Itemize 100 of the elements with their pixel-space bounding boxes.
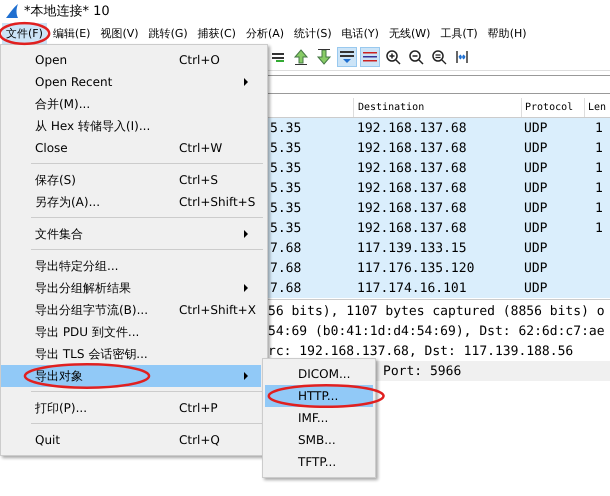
scroll-down-icon: [339, 49, 355, 65]
table-cell: UDP: [524, 260, 548, 276]
packet-row[interactable]: 5.35 192.168.137.68 UDP 1: [268, 218, 610, 238]
menu-item[interactable]: DICOM...: [265, 363, 373, 385]
packet-row[interactable]: 5.35 192.168.137.68 UDP 1: [268, 198, 610, 218]
table-cell: UDP: [524, 280, 548, 296]
shortcut-text: Ctrl+S: [179, 173, 218, 187]
table-cell: 5.35: [270, 140, 302, 156]
menu-item[interactable]: 视图(V): [96, 22, 143, 44]
table-cell: 192.168.137.68: [357, 140, 467, 156]
menu-item-label: 导出 TLS 会话密钥...: [35, 346, 148, 360]
table-cell: 1: [595, 160, 603, 176]
menu-item[interactable]: 导出分组解析结果: [1, 277, 261, 299]
detail-text: Port: 5966: [383, 364, 462, 378]
menu-item[interactable]: 帮助(H): [484, 22, 531, 44]
table-cell: 192.168.137.68: [357, 220, 467, 236]
down-arrow-icon[interactable]: [316, 49, 332, 65]
menu-item-label: Open: [35, 53, 68, 67]
shortcut-text: Ctrl+W: [179, 141, 222, 155]
menu-item[interactable]: Close Ctrl+W: [1, 137, 261, 159]
packet-row[interactable]: 7.68 117.176.135.120 UDP: [268, 258, 610, 278]
menu-item[interactable]: Quit Ctrl+Q: [1, 429, 261, 451]
menu-item-label: 导出特定分组...: [35, 258, 118, 272]
fin-icon: [4, 3, 20, 19]
zoom-in-icon[interactable]: [385, 49, 401, 65]
table-cell: 1: [595, 120, 603, 136]
column-header[interactable]: Destination: [358, 102, 424, 113]
menu-item-label: Quit: [35, 433, 60, 447]
table-cell: UDP: [524, 240, 548, 256]
menu-item[interactable]: TFTP...: [265, 451, 373, 473]
menu-item[interactable]: 另存为(A)... Ctrl+Shift+S: [1, 191, 261, 213]
column-header[interactable]: Protocol: [525, 102, 574, 113]
menu-item-label: 合并(M)...: [35, 96, 90, 110]
menu-item[interactable]: 导出对象: [1, 365, 261, 387]
menu-item-label: 从 Hex 转储导入(I)...: [35, 118, 150, 132]
up-arrow-icon[interactable]: [293, 49, 309, 65]
detail-text[interactable]: 54:69 (b0:41:1d:d4:54:69), Dst: 62:6d:c7:ae: [268, 324, 605, 338]
window-title: *本地连接* 10: [24, 3, 110, 20]
menu-item[interactable]: 文件集合: [1, 223, 261, 245]
menu-item[interactable]: 导出特定分组...: [1, 255, 261, 277]
menu-item-label: 另存为(A)...: [35, 194, 100, 208]
table-cell: 117.174.16.101: [357, 280, 467, 296]
packet-row[interactable]: 7.68 117.139.133.15 UDP: [268, 238, 610, 258]
detail-text[interactable]: 56 bits), 1107 bytes captured (8856 bits) o: [268, 304, 605, 318]
menu-item[interactable]: 保存(S) Ctrl+S: [1, 169, 261, 191]
menu-item-label: Close: [35, 141, 68, 155]
menu-item[interactable]: 导出 PDU 到文件...: [1, 321, 261, 343]
table-cell: 192.168.137.68: [357, 160, 467, 176]
menu-item[interactable]: 统计(S): [290, 22, 336, 44]
menu-item-label: 导出分组字节流(B)...: [35, 302, 148, 316]
menu-item[interactable]: 工具(T): [436, 22, 482, 44]
detail-text[interactable]: rc: 192.168.137.68, Dst: 117.139.188.56: [268, 344, 574, 358]
column-header[interactable]: Len: [588, 102, 606, 113]
menu-item[interactable]: 编辑(E): [48, 22, 94, 44]
table-cell: UDP: [524, 140, 548, 156]
menu-item[interactable]: 导出分组字节流(B)... Ctrl+Shift+X: [1, 299, 261, 321]
menu-item[interactable]: 捕获(C): [194, 22, 240, 44]
toggle-button[interactable]: [360, 47, 380, 67]
menu-item[interactable]: SMB...: [265, 429, 373, 451]
table-cell: 192.168.137.68: [357, 200, 467, 216]
table-cell: 1: [595, 220, 603, 236]
table-cell: 5.35: [270, 160, 302, 176]
packet-row[interactable]: 5.35 192.168.137.68 UDP 1: [268, 158, 610, 178]
packet-row[interactable]: 5.35 192.168.137.68 UDP 1: [268, 118, 610, 138]
packet-row[interactable]: 5.35 192.168.137.68 UDP 1: [268, 178, 610, 198]
table-cell: 5.35: [270, 200, 302, 216]
packet-row[interactable]: 5.35 192.168.137.68 UDP 1: [268, 138, 610, 158]
column-resize-icon[interactable]: [454, 49, 470, 65]
table-cell: 5.35: [270, 180, 302, 196]
menu-item[interactable]: IMF...: [265, 407, 373, 429]
table-cell: UDP: [524, 180, 548, 196]
shortcut-text: Ctrl+O: [179, 53, 220, 67]
table-cell: 1: [595, 200, 603, 216]
table-cell: 117.139.133.15: [357, 240, 467, 256]
menu-item[interactable]: 分析(A): [242, 22, 288, 44]
menu-item[interactable]: 打印(P)... Ctrl+P: [1, 397, 261, 419]
table-cell: 117.176.135.120: [357, 260, 474, 276]
table-cell: 192.168.137.68: [357, 180, 467, 196]
zoom-out-icon[interactable]: [408, 49, 424, 65]
toggle-button[interactable]: [337, 47, 357, 67]
menu-item-label: 打印(P)...: [35, 400, 88, 414]
table-cell: 1: [595, 180, 603, 196]
menu-item[interactable]: 无线(W): [384, 22, 434, 44]
menu-item-label: 文件集合: [35, 226, 83, 240]
menu-item-label: Open Recent: [35, 75, 112, 89]
menu-item[interactable]: Open Ctrl+O: [1, 49, 261, 71]
menu-item[interactable]: 导出 TLS 会话密钥...: [1, 343, 261, 365]
table-cell: UDP: [524, 120, 548, 136]
shortcut-text: Ctrl+P: [179, 401, 218, 415]
packet-row[interactable]: 7.68 117.174.16.101 UDP: [268, 278, 610, 298]
menu-item[interactable]: 电话(Y): [338, 22, 383, 44]
magnifier-icon[interactable]: [431, 49, 447, 65]
menu-item[interactable]: 从 Hex 转储导入(I)...: [1, 115, 261, 137]
menu-item[interactable]: Open Recent: [1, 71, 261, 93]
menu-item[interactable]: 合并(M)...: [1, 93, 261, 115]
table-cell: 5.35: [270, 220, 302, 236]
menu-item[interactable]: 跳转(G): [144, 22, 192, 44]
table-cell: 7.68: [270, 240, 302, 256]
menu-item-label: 导出 PDU 到文件...: [35, 324, 140, 338]
shortcut-text: Ctrl+Shift+X: [179, 303, 256, 317]
